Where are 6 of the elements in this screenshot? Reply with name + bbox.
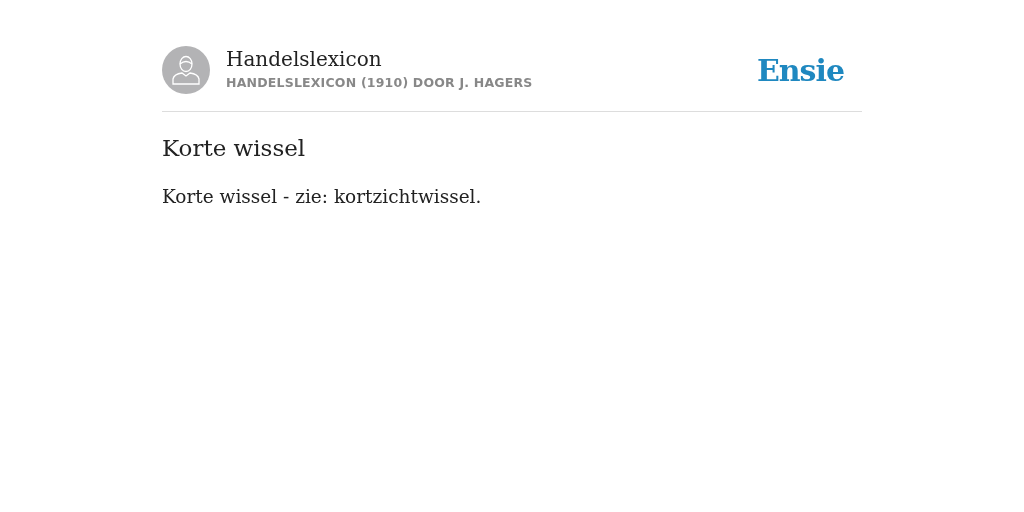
article-heading: Korte wissel bbox=[162, 135, 307, 163]
article-text: Korte wissel - zie: kortzichtwissel. bbox=[162, 184, 483, 209]
person-icon bbox=[172, 55, 200, 85]
book-title[interactable]: Handelslexicon bbox=[226, 47, 757, 72]
logo[interactable]: Ensie bbox=[756, 47, 844, 93]
book-subtitle: HANDELSLEXICON (1910) DOOR J. HAGERS bbox=[226, 74, 534, 93]
